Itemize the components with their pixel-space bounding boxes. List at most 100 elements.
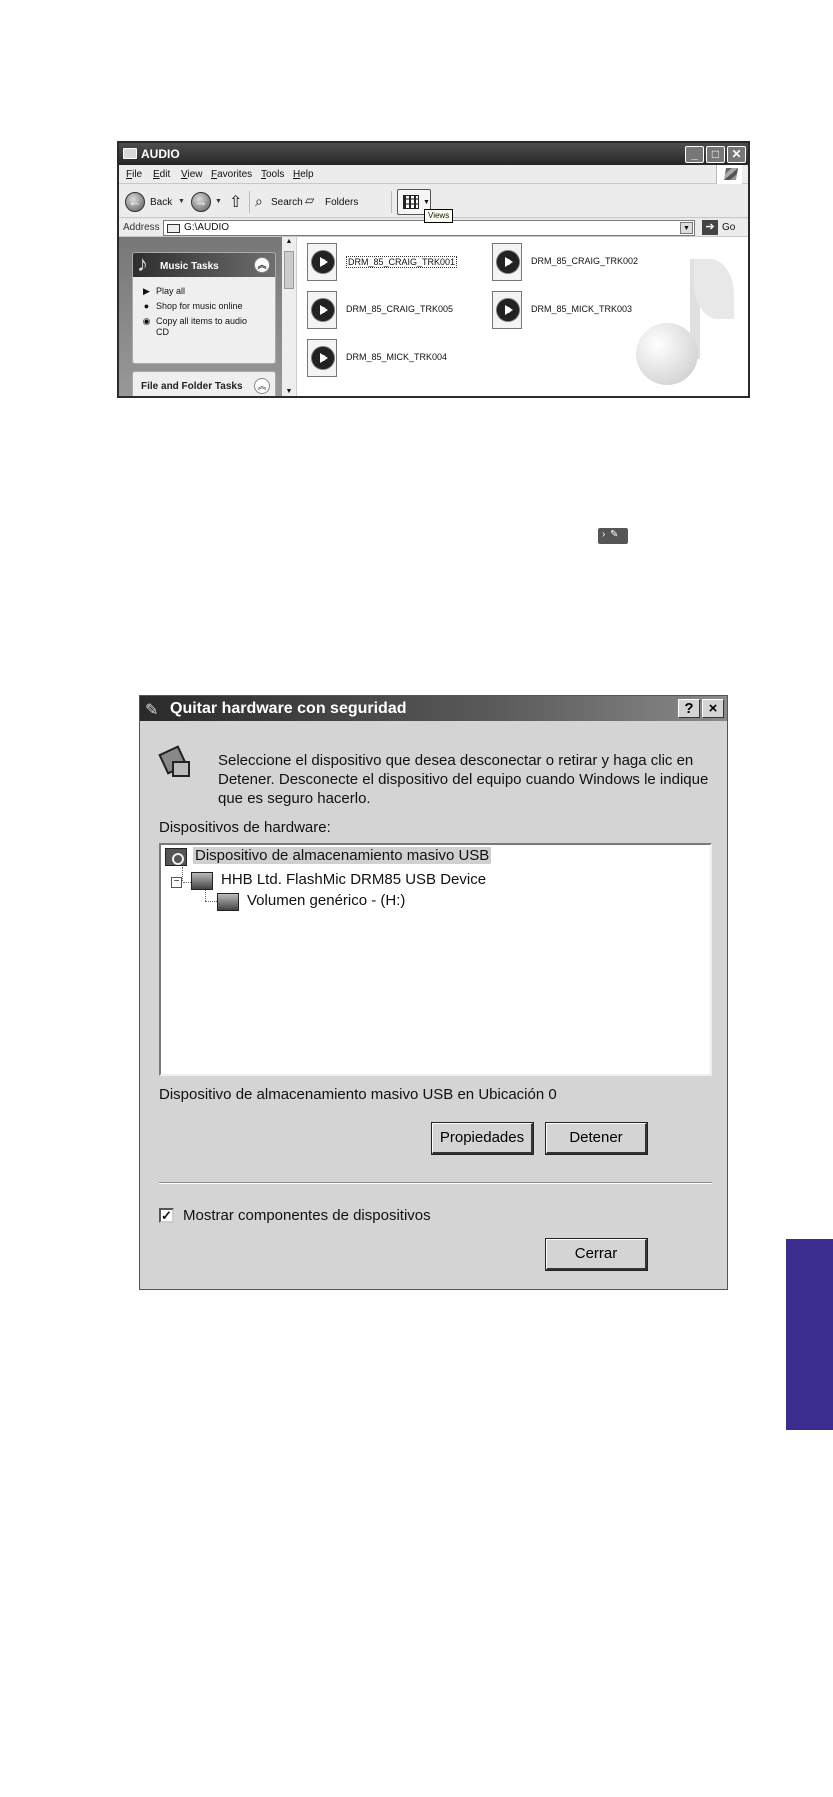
message-line: Seleccione el dispositivo que desea desc… xyxy=(218,752,694,769)
tree-item-label: HHB Ltd. FlashMic DRM85 USB Device xyxy=(221,871,487,888)
file-view: ▲ ▼ DRM_85_CRAIG_TRK001 DRM_85_CRAIG_TRK… xyxy=(282,237,748,396)
play-icon xyxy=(320,257,328,267)
properties-button[interactable]: Propiedades xyxy=(431,1122,534,1155)
go-icon[interactable]: ➔ xyxy=(702,220,718,235)
music-note-icon: ♪ xyxy=(137,252,148,276)
forward-dropdown-icon[interactable]: ▼ xyxy=(215,198,222,205)
hardware-devices-label: Dispositivos de hardware: xyxy=(159,819,331,836)
task-copy-to-cd[interactable]: ◉ Copy all items to audio xyxy=(141,316,247,327)
collapse-icon[interactable]: ︽ xyxy=(254,378,270,394)
back-dropdown-icon[interactable]: ▼ xyxy=(178,198,185,205)
scroll-down-icon[interactable]: ▼ xyxy=(284,388,294,396)
file-item[interactable]: DRM_85_MICK_TRK004 xyxy=(307,337,497,381)
vertical-scrollbar[interactable]: ▲ ▼ xyxy=(282,237,297,396)
file-name: DRM_85_MICK_TRK003 xyxy=(531,304,633,314)
device-status: Dispositivo de almacenamiento masivo USB… xyxy=(159,1086,557,1103)
menu-bar: File Edit View Favorites Tools Help xyxy=(119,165,748,184)
forward-icon[interactable]: → xyxy=(191,192,211,212)
file-item[interactable]: DRM_85_CRAIG_TRK002 xyxy=(492,241,682,285)
folder-icon xyxy=(123,148,137,159)
file-item[interactable]: DRM_85_CRAIG_TRK005 xyxy=(307,289,497,333)
maximize-button[interactable]: □ xyxy=(706,146,725,163)
views-tooltip: Views xyxy=(424,209,454,223)
cd-icon: ◉ xyxy=(142,316,151,326)
dialog-title: Quitar hardware con seguridad xyxy=(170,700,407,717)
toolbar-separator xyxy=(391,191,392,213)
menu-help[interactable]: Help xyxy=(293,169,314,180)
task-label: Copy all items to audio xyxy=(156,316,248,326)
back-icon[interactable]: ← xyxy=(125,192,145,212)
window-title: AUDIO xyxy=(141,147,180,161)
hardware-remove-icon xyxy=(158,741,192,781)
menu-tools[interactable]: Tools xyxy=(261,169,284,180)
task-label: CD xyxy=(156,327,169,337)
music-tasks-header[interactable]: ♪ Music Tasks ︽ xyxy=(133,253,275,277)
play-icon: ▶ xyxy=(143,286,150,296)
show-components-checkbox[interactable]: ✓ xyxy=(159,1208,174,1223)
dialog-message: Seleccione el dispositivo que desea desc… xyxy=(218,751,718,808)
search-button[interactable]: Search xyxy=(271,197,303,208)
music-tasks-title: Music Tasks xyxy=(160,261,219,272)
close-button[interactable]: × xyxy=(702,699,724,718)
menu-view[interactable]: View xyxy=(181,169,203,180)
menu-favorites[interactable]: Favorites xyxy=(211,169,252,180)
back-label[interactable]: Back xyxy=(150,197,172,208)
file-folder-tasks-title: File and Folder Tasks xyxy=(141,381,243,392)
play-icon xyxy=(320,353,328,363)
file-item[interactable]: DRM_85_MICK_TRK003 xyxy=(492,289,682,333)
file-name: DRM_85_CRAIG_TRK002 xyxy=(531,256,639,266)
folders-icon[interactable]: ▱ xyxy=(305,193,314,207)
tree-line xyxy=(182,867,183,881)
file-folder-tasks-panel[interactable]: File and Folder Tasks ︽ xyxy=(132,371,276,396)
file-name: DRM_85_CRAIG_TRK005 xyxy=(346,304,454,314)
show-components-label[interactable]: Mostrar componentes de dispositivos xyxy=(183,1207,431,1224)
globe-icon: ● xyxy=(143,301,150,311)
device-shape xyxy=(172,761,190,777)
chevron-right-icon: › xyxy=(602,529,606,540)
scroll-thumb[interactable] xyxy=(284,251,294,289)
task-copy-to-cd-cont[interactable]: CD xyxy=(156,327,169,337)
search-icon[interactable]: ⌕ xyxy=(255,193,263,210)
file-name: DRM_85_CRAIG_TRK001 xyxy=(346,256,458,268)
safely-remove-icon: › ✎ xyxy=(598,528,628,544)
up-icon[interactable]: ⇧ xyxy=(229,192,242,212)
collapse-icon[interactable]: ︽ xyxy=(254,257,270,273)
dialog-title-bar: ✎ Quitar hardware con seguridad ? × xyxy=(140,696,727,721)
file-name: DRM_85_MICK_TRK004 xyxy=(346,352,448,362)
menu-file[interactable]: File xyxy=(126,169,142,180)
chevron-down-icon[interactable]: ▼ xyxy=(680,222,693,234)
scroll-up-icon[interactable]: ▲ xyxy=(284,238,294,249)
windows-logo xyxy=(716,165,742,184)
collapse-tree-icon[interactable]: − xyxy=(171,877,182,888)
folders-button[interactable]: Folders xyxy=(325,197,358,208)
views-icon xyxy=(403,195,419,209)
safely-remove-dialog: ✎ Quitar hardware con seguridad ? × Sele… xyxy=(139,695,728,1290)
stop-button[interactable]: Detener xyxy=(545,1122,648,1155)
device-tree[interactable]: − Dispositivo de almacenamiento masivo U… xyxy=(159,843,712,1076)
address-label: Address xyxy=(123,222,160,233)
music-tasks-panel: ♪ Music Tasks ︽ ▶ Play all ● Shop for musi… xyxy=(132,252,276,364)
help-button[interactable]: ? xyxy=(678,699,700,718)
message-line: que es seguro hacerlo. xyxy=(218,790,371,807)
go-button[interactable]: Go xyxy=(722,222,735,233)
close-button[interactable]: ✕ xyxy=(727,146,746,163)
message-line: Detener. Desconecte el dispositivo del e… xyxy=(218,771,709,788)
title-bar: AUDIO _ □ ✕ xyxy=(119,143,748,165)
section-tab xyxy=(786,1239,833,1430)
task-label: Shop for music online xyxy=(156,301,243,311)
folder-icon xyxy=(167,224,180,233)
task-label: Play all xyxy=(156,286,186,296)
tree-item-label: Volumen genérico - (H:) xyxy=(247,892,406,909)
toolbar: ← Back ▼ → ▼ ⇧ ⌕ Search ▱ Folders ▼ View… xyxy=(119,184,748,223)
close-dialog-button[interactable]: Cerrar xyxy=(545,1238,648,1271)
usb-plug-icon: ✎ xyxy=(610,529,619,540)
task-play-all[interactable]: ▶ Play all xyxy=(141,286,185,297)
minimize-button[interactable]: _ xyxy=(685,146,704,163)
menu-edit[interactable]: Edit xyxy=(153,169,170,180)
file-item[interactable]: DRM_85_CRAIG_TRK001 xyxy=(307,241,497,285)
usb-icon xyxy=(165,848,187,866)
task-shop-online[interactable]: ● Shop for music online xyxy=(141,301,243,311)
address-value: G:\AUDIO xyxy=(184,222,230,233)
explorer-window: AUDIO _ □ ✕ File Edit View Favorites Too… xyxy=(117,141,750,398)
task-pane: ♪ Music Tasks ︽ ▶ Play all ● Shop for musi… xyxy=(119,237,282,396)
